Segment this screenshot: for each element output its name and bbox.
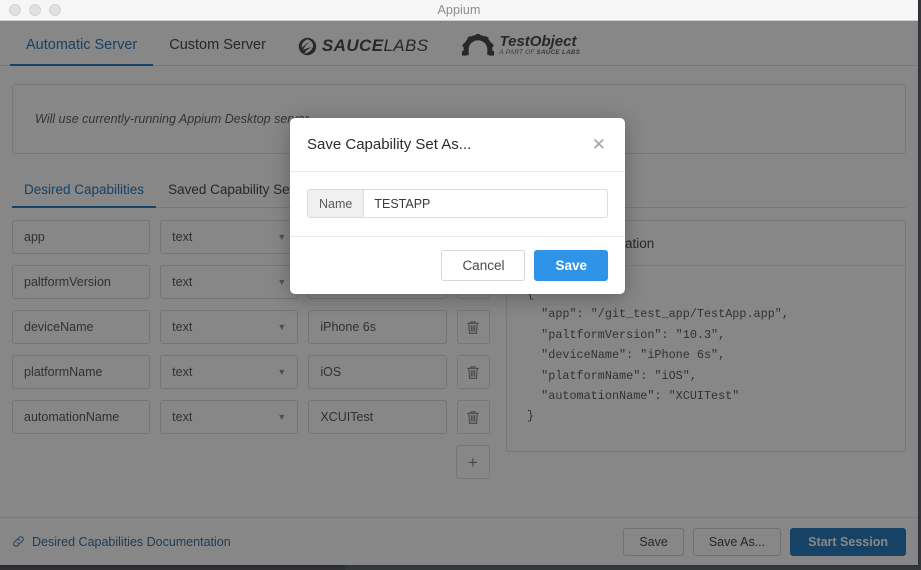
capability-name-input[interactable]: app [12, 220, 151, 254]
trash-icon [467, 410, 480, 424]
tab-custom-server-label: Custom Server [169, 37, 266, 53]
save-capability-set-dialog: Save Capability Set As... ✕ Name Cancel … [290, 118, 625, 294]
table-row: deviceName text ▼ iPhone 6s [12, 310, 491, 344]
chevron-down-icon: ▼ [277, 367, 287, 377]
server-tabs: Automatic Server Custom Server SAUCELABS [0, 21, 918, 66]
add-capability-row: + [12, 445, 490, 479]
close-icon[interactable]: ✕ [590, 134, 608, 155]
capability-name-input[interactable]: paltformVersion [12, 265, 151, 299]
capability-name-input[interactable]: deviceName [12, 310, 151, 344]
sauce-labs-wordmark: SAUCELABS [321, 36, 429, 55]
capability-type-select[interactable]: text ▼ [160, 310, 299, 344]
server-notice-text: Will use currently-running Appium Deskto… [35, 112, 309, 126]
capability-value-input[interactable]: XCUITest [308, 400, 447, 434]
capability-type-select[interactable]: text ▼ [160, 400, 299, 434]
capability-value-input[interactable]: iPhone 6s [308, 310, 447, 344]
table-row: automationName text ▼ XCUITest [12, 400, 491, 434]
name-field-label: Name [307, 189, 364, 218]
tab-automatic-server[interactable]: Automatic Server [10, 37, 154, 66]
testobject-wordmark: TestObject [499, 32, 577, 50]
trash-icon [467, 365, 480, 379]
chevron-down-icon: ▼ [277, 277, 287, 287]
tab-saved-capability-sets-label: Saved Capability Sets [168, 182, 301, 197]
save-as-button[interactable]: Save As... [692, 527, 782, 556]
testobject-tagline: A PART OF SAUCE LABS [499, 48, 581, 56]
dialog-header: Save Capability Set As... ✕ [290, 118, 625, 172]
capability-name-input[interactable]: platformName [12, 355, 151, 389]
delete-capability-button[interactable] [456, 400, 491, 434]
trash-icon [467, 320, 480, 334]
window-title: Appium [437, 3, 481, 17]
dialog-title: Save Capability Set As... [307, 136, 472, 153]
start-session-button[interactable]: Start Session [790, 527, 906, 556]
capability-type-value: text [172, 275, 193, 289]
capability-value-input[interactable]: iOS [308, 355, 447, 389]
capability-type-select[interactable]: text ▼ [160, 355, 299, 389]
cancel-button[interactable]: Cancel [441, 250, 526, 281]
delete-capability-button[interactable] [456, 355, 491, 389]
save-button[interactable]: Save [623, 527, 684, 556]
title-bar: Appium [0, 0, 918, 21]
tab-custom-server[interactable]: Custom Server [153, 37, 282, 65]
footer-actions: Save Save As... Start Session [623, 527, 906, 556]
capability-type-value: text [172, 365, 193, 379]
tab-sauce-labs[interactable]: SAUCELABS [282, 36, 445, 65]
chevron-down-icon: ▼ [277, 322, 287, 332]
capability-type-select[interactable]: text ▼ [160, 220, 299, 254]
dialog-body: Name [290, 172, 625, 237]
tab-desired-capabilities-label: Desired Capabilities [24, 182, 145, 197]
name-input[interactable] [363, 189, 608, 218]
tab-saved-capability-sets[interactable]: Saved Capability Sets [156, 182, 312, 207]
link-icon [13, 536, 24, 547]
capability-type-select[interactable]: text ▼ [160, 265, 299, 299]
tab-automatic-server-label: Automatic Server [26, 37, 138, 53]
add-capability-button[interactable]: + [456, 445, 490, 479]
testobject-logo-icon [461, 33, 494, 56]
capability-name-input[interactable]: automationName [12, 400, 151, 434]
sauce-labs-logo-icon [298, 37, 317, 55]
footer-bar: Desired Capabilities Documentation Save … [0, 517, 918, 565]
tab-desired-capabilities[interactable]: Desired Capabilities [12, 182, 157, 208]
delete-capability-button[interactable] [456, 310, 491, 344]
plus-icon: + [468, 452, 478, 472]
capability-type-value: text [172, 410, 193, 424]
tab-testobject[interactable]: TestObject A PART OF SAUCE LABS [445, 34, 597, 65]
chevron-down-icon: ▼ [277, 232, 287, 242]
capability-type-value: text [172, 320, 193, 334]
table-row: platformName text ▼ iOS [12, 355, 491, 389]
dialog-footer: Cancel Save [290, 237, 625, 294]
chevron-down-icon: ▼ [277, 412, 287, 422]
name-field-group: Name [307, 189, 608, 218]
documentation-link[interactable]: Desired Capabilities Documentation [12, 535, 231, 549]
capability-type-value: text [172, 230, 193, 244]
documentation-link-label: Desired Capabilities Documentation [32, 534, 231, 549]
dialog-save-button[interactable]: Save [534, 250, 608, 281]
